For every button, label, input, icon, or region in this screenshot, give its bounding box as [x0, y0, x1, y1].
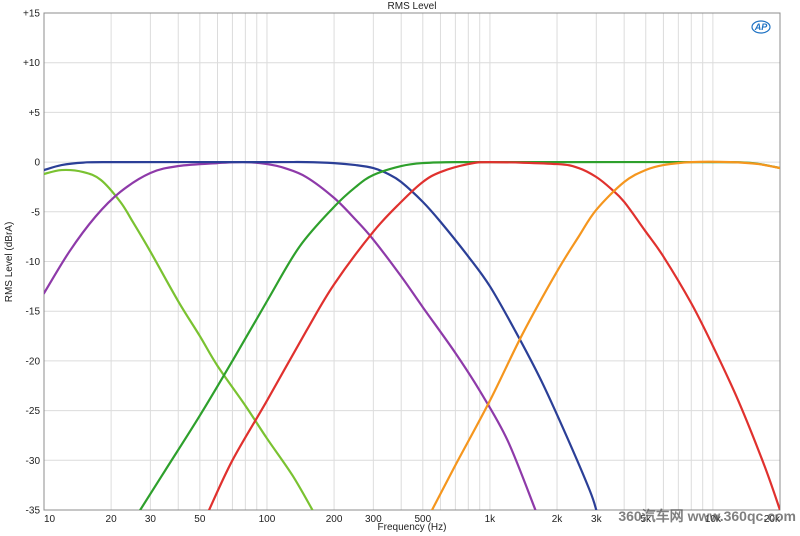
y-tick-label: -15	[26, 307, 41, 318]
x-tick-label: 200	[326, 514, 343, 525]
x-tick-label: 10	[44, 514, 56, 525]
chart-title: RMS Level	[388, 1, 437, 12]
x-tick-label: 1k	[485, 514, 497, 525]
svg-text:AP: AP	[754, 22, 768, 32]
x-tick-label: 30	[145, 514, 157, 525]
y-tick-label: +5	[29, 108, 41, 119]
x-tick-label: 20	[106, 514, 118, 525]
y-tick-label: 0	[34, 158, 40, 169]
y-tick-label: -10	[26, 257, 41, 268]
y-tick-label: -30	[26, 456, 41, 467]
rms-level-chart: +15 +10 +5 0 -5 -10 -15 -20 -25 -30 -3510 20 30 50 100…	[0, 0, 800, 536]
y-axis-label: RMS Level (dBrA)	[4, 222, 15, 303]
y-tick-label: -35	[26, 506, 41, 517]
x-tick-label: 100	[259, 514, 276, 525]
x-axis-label: Frequency (Hz)	[378, 522, 447, 533]
y-tick-label: -20	[26, 356, 41, 367]
y-tick-label: +15	[23, 9, 40, 20]
watermark: 360汽车网 www.360qc.com	[618, 508, 796, 524]
y-tick-label: +10	[23, 58, 40, 69]
y-tick-label: -25	[26, 406, 41, 417]
x-tick-label: 3k	[591, 514, 603, 525]
y-tick-label: -5	[31, 207, 40, 218]
x-tick-label: 2k	[552, 514, 564, 525]
x-tick-label: 50	[194, 514, 206, 525]
